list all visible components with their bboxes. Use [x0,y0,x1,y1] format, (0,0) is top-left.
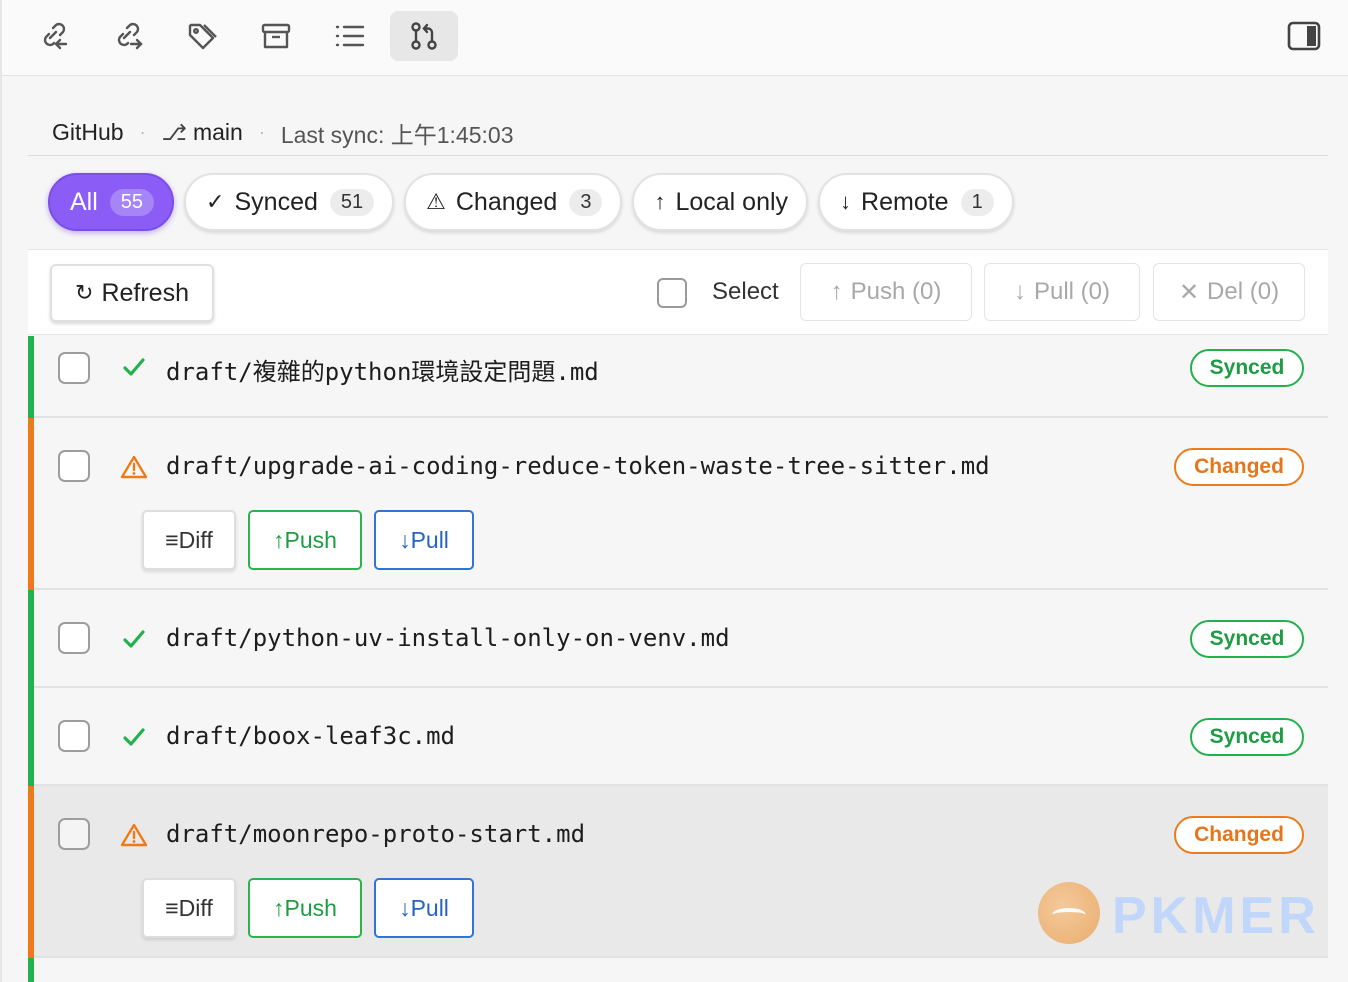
bulk-action-bar: ↻ Refresh Select ↑ Push (0) ↓ Pull (0) ✕… [28,249,1328,335]
tag-icon[interactable] [168,11,236,61]
filter-count: 1 [960,188,994,216]
warning-icon [120,455,148,479]
status-badge: Changed [1174,448,1304,486]
refresh-icon: ↻ [75,280,94,305]
push-selected-button[interactable]: ↑ Push (0) [800,263,972,321]
file-row[interactable]: draft/boox-leaf3c.md Synced [28,688,1328,786]
arrow-up-icon: ↑ [654,189,666,214]
row-checkbox[interactable] [58,818,90,850]
filter-all[interactable]: All 55 [48,173,175,231]
push-button[interactable]: ↑Push [248,878,362,938]
link-incoming-icon[interactable] [20,11,88,61]
pull-selected-button[interactable]: ↓ Pull (0) [984,263,1140,321]
select-all-checkbox[interactable] [657,278,687,308]
diff-button[interactable]: ≡Diff [142,878,236,938]
select-label: Select [712,278,779,305]
check-icon: ✓ [206,189,225,214]
filter-label: Synced [234,187,318,216]
status-stripe [28,590,34,688]
check-icon [123,728,145,746]
filter-label: Local only [675,187,789,216]
delete-selected-button[interactable]: ✕ Del (0) [1153,263,1305,321]
status-filter-bar: All 55 ✓ Synced 51 ⚠ Changed 3 ↑ Local o… [48,173,1014,233]
file-path: draft/複雜的python環境設定問題.md [166,358,599,386]
status-stripe [28,958,34,982]
filter-label: All [70,187,98,216]
filter-remote[interactable]: ↓ Remote 1 [818,173,1014,231]
watermark-logo [1038,882,1100,944]
file-path: draft/boox-leaf3c.md [166,722,455,750]
file-path: draft/moonrepo-proto-start.md [166,820,586,848]
status-badge: Synced [1190,620,1304,658]
status-stripe [28,418,34,590]
watermark: PKMER [1030,876,1330,948]
filter-changed[interactable]: ⚠ Changed 3 [404,173,623,231]
pull-button[interactable]: ↓Pull [374,878,474,938]
status-stripe [28,688,34,786]
refresh-button[interactable]: ↻ Refresh [50,264,214,322]
row-checkbox[interactable] [58,622,90,654]
check-icon [123,358,145,376]
file-row[interactable]: draft/python-uv-install-only-on-venv.md … [28,590,1328,688]
last-sync-time: Last sync: 上午1:45:03 [280,121,514,148]
diff-button[interactable]: ≡Diff [142,510,236,570]
arrow-down-icon: ↓ [840,189,852,214]
git-branch-icon: ⎇ [161,119,187,145]
file-path: draft/upgrade-ai-coding-reduce-token-was… [166,452,990,480]
warning-icon [120,823,148,847]
view-toolbar [2,0,1348,76]
file-row[interactable] [28,958,1328,982]
file-row[interactable]: draft/upgrade-ai-coding-reduce-token-was… [28,418,1328,590]
filter-label: Remote [861,187,949,216]
row-checkbox[interactable] [58,720,90,752]
arrow-up-icon: ↑ [830,278,843,305]
status-badge: Synced [1190,718,1304,756]
pull-button[interactable]: ↓Pull [374,510,474,570]
status-stripe [28,336,34,418]
filter-count: 51 [329,188,375,216]
filter-count: 3 [569,188,603,216]
arrow-down-icon: ↓ [1013,278,1026,305]
filter-synced[interactable]: ✓ Synced 51 [184,173,395,231]
pull-selected-label: Pull (0) [1033,278,1111,305]
push-selected-label: Push (0) [850,278,942,305]
filter-count: 55 [109,188,155,216]
watermark-text: PKMER [1112,887,1320,945]
push-button[interactable]: ↑Push [248,510,362,570]
repo-info: GitHub · ⎇ main · Last sync: 上午1:45:03 [28,110,1328,156]
row-checkbox[interactable] [58,450,90,482]
refresh-label: Refresh [101,278,189,307]
status-badge: Changed [1174,816,1304,854]
row-checkbox[interactable] [58,352,90,384]
status-badge: Synced [1190,349,1304,387]
warning-icon: ⚠ [426,189,446,214]
check-icon [123,630,145,648]
git-pull-request-icon[interactable] [390,11,458,61]
close-icon: ✕ [1178,278,1200,306]
branch-label: main [192,119,243,145]
list-icon[interactable] [316,11,384,61]
separator-dot: · [139,122,146,142]
filter-label: Changed [455,187,558,216]
file-path: draft/python-uv-install-only-on-venv.md [166,624,730,652]
separator-dot: · [258,122,265,142]
link-outgoing-icon[interactable] [94,11,162,61]
sidebar-toggle-icon[interactable] [1272,11,1336,61]
archive-icon[interactable] [242,11,310,61]
provider-name: GitHub [52,119,124,145]
delete-selected-label: Del (0) [1207,278,1280,305]
plugin-view: GitHub · ⎇ main · Last sync: 上午1:45:03 A… [0,0,1348,982]
status-stripe [28,786,34,958]
filter-local-only[interactable]: ↑ Local only [632,173,809,231]
branch-name: ⎇ main [162,119,243,146]
file-row[interactable]: draft/複雜的python環境設定問題.md Synced [28,336,1328,418]
sync-panel: GitHub · ⎇ main · Last sync: 上午1:45:03 A… [28,76,1328,982]
